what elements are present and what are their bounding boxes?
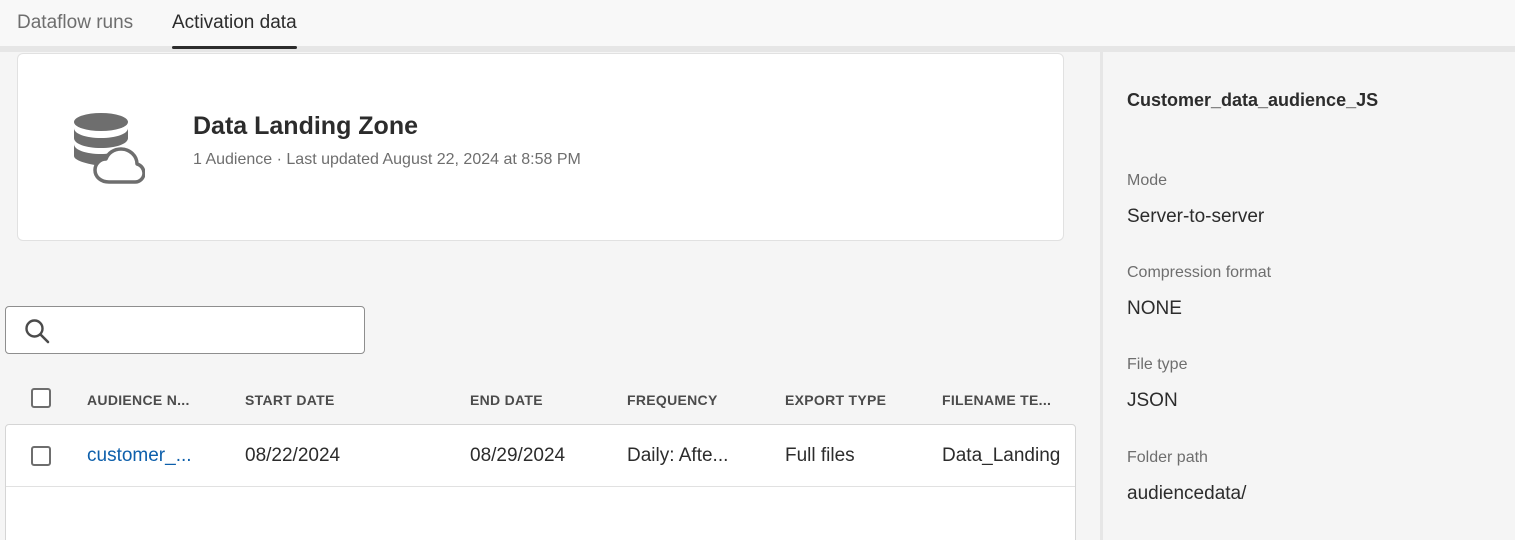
compression-format-label: Compression format (1127, 264, 1272, 281)
search-box[interactable] (5, 306, 365, 354)
tab-bar: Dataflow runs Activation data (0, 0, 1515, 52)
column-header-export-type[interactable]: EXPORT TYPE (785, 392, 886, 408)
mode-value: Server-to-server (1127, 206, 1265, 227)
destination-meta: 1 Audience · Last updated August 22, 202… (193, 151, 581, 168)
tab-dataflow-runs[interactable]: Dataflow runs (17, 12, 133, 46)
tab-activation-data[interactable]: Activation data (172, 12, 297, 49)
app-root: Dataflow runs Activation data Data Landi… (0, 0, 1515, 540)
search-icon (24, 318, 50, 344)
column-header-frequency[interactable]: FREQUENCY (627, 392, 718, 408)
export-type-cell: Full files (785, 445, 855, 466)
start-date-cell: 08/22/2024 (245, 445, 341, 466)
folder-path-value: audiencedata/ (1127, 483, 1247, 504)
details-panel: Customer_data_audience_JS Mode Server-to… (1100, 52, 1515, 540)
table-body: customer_... 08/22/2024 08/29/2024 Daily… (5, 424, 1076, 540)
destination-name: Data Landing Zone (193, 112, 418, 140)
column-header-audience-name[interactable]: AUDIENCE N... (87, 392, 190, 408)
column-header-end-date[interactable]: END DATE (470, 392, 543, 408)
column-header-start-date[interactable]: START DATE (245, 392, 335, 408)
table-row[interactable]: customer_... 08/22/2024 08/29/2024 Daily… (6, 425, 1075, 487)
search-input[interactable] (62, 313, 352, 347)
panel-title: Customer_data_audience_JS (1127, 90, 1379, 110)
table-header: AUDIENCE N... START DATE END DATE FREQUE… (5, 376, 1075, 424)
destination-card: Data Landing Zone 1 Audience · Last upda… (17, 53, 1064, 241)
frequency-cell: Daily: Afte... (627, 445, 729, 466)
mode-label: Mode (1127, 172, 1168, 189)
file-type-label: File type (1127, 356, 1188, 373)
row-checkbox[interactable] (31, 446, 51, 466)
select-all-checkbox[interactable] (31, 388, 51, 408)
compression-format-value: NONE (1127, 298, 1182, 319)
end-date-cell: 08/29/2024 (470, 445, 566, 466)
folder-path-label: Folder path (1127, 449, 1208, 466)
file-type-value: JSON (1127, 390, 1178, 411)
audience-name-link[interactable]: customer_... (87, 445, 207, 467)
filename-cell: Data_Landing (942, 445, 1060, 466)
column-header-filename-template[interactable]: FILENAME TE... (942, 392, 1051, 408)
database-cloud-icon (73, 112, 146, 184)
